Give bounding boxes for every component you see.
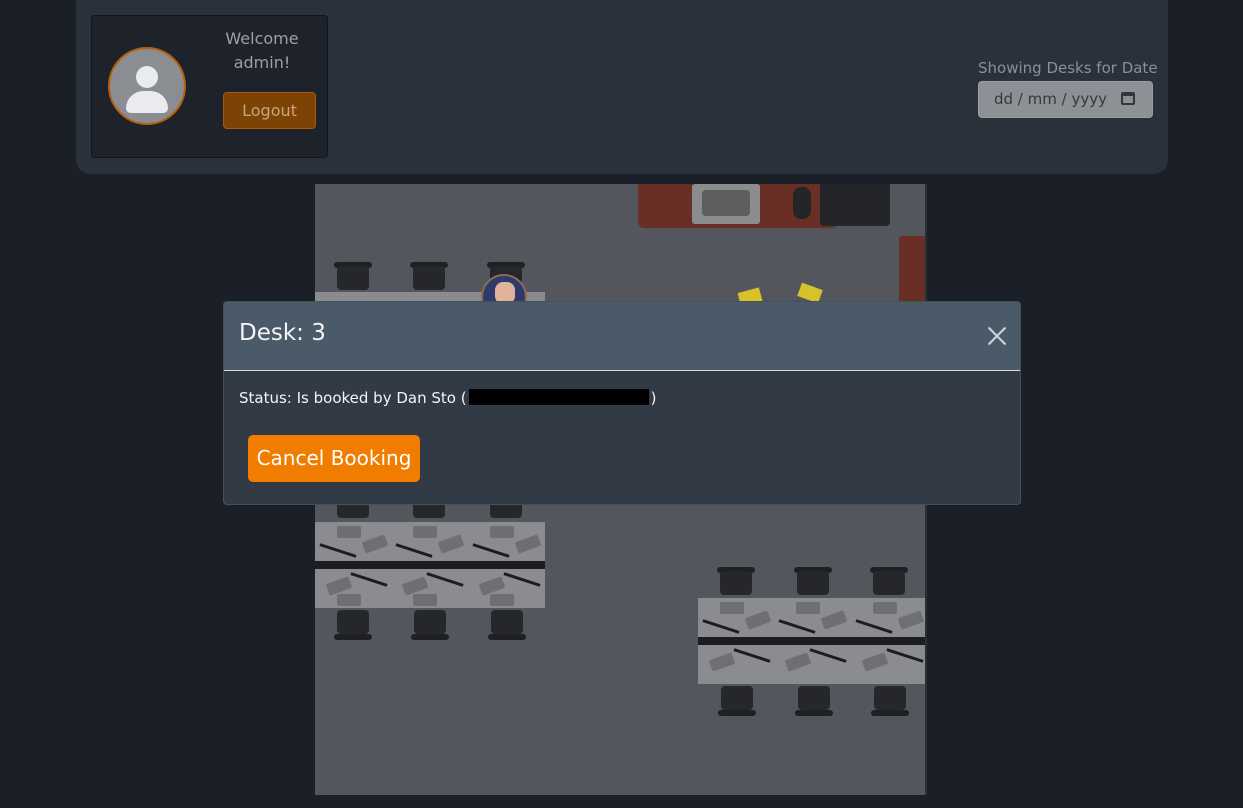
cancel-booking-button[interactable]: Cancel Booking bbox=[248, 435, 420, 482]
close-icon[interactable] bbox=[986, 325, 1008, 347]
desk-chair bbox=[410, 262, 448, 292]
logout-button[interactable]: Logout bbox=[223, 92, 316, 129]
user-silhouette-icon bbox=[136, 66, 158, 88]
desk-modal: Desk: 3 Status: Is booked by Dan Sto () … bbox=[223, 301, 1021, 505]
desk-chair bbox=[411, 610, 449, 640]
desk-block[interactable] bbox=[315, 522, 545, 608]
desk-chair bbox=[717, 567, 755, 597]
status-prefix: Status: Is booked by Dan Sto ( bbox=[239, 389, 467, 407]
modal-title: Desk: 3 bbox=[239, 320, 326, 346]
desk-chair bbox=[718, 686, 756, 716]
modal-header: Desk: 3 bbox=[224, 302, 1020, 371]
date-label: Showing Desks for Date bbox=[978, 59, 1158, 77]
welcome-line: Welcome bbox=[225, 29, 299, 48]
desk-chair bbox=[334, 610, 372, 640]
calendar-icon[interactable] bbox=[1121, 92, 1135, 105]
redacted-email bbox=[468, 389, 649, 405]
fridge bbox=[820, 184, 890, 226]
shelf bbox=[899, 236, 925, 306]
status-suffix: ) bbox=[650, 389, 657, 407]
username: admin! bbox=[233, 53, 291, 72]
desk-chair bbox=[870, 567, 908, 597]
date-picker-input[interactable]: dd / mm / yyyy bbox=[978, 81, 1153, 118]
desk-chair bbox=[488, 610, 526, 640]
avatar bbox=[108, 47, 186, 125]
sink bbox=[692, 184, 760, 224]
desk-chair bbox=[871, 686, 909, 716]
desk-block[interactable] bbox=[698, 598, 927, 684]
kettle bbox=[793, 187, 811, 219]
welcome-text: Welcome admin! bbox=[212, 27, 312, 75]
date-placeholder: dd / mm / yyyy bbox=[994, 90, 1107, 108]
desk-chair bbox=[334, 262, 372, 292]
booking-status: Status: Is booked by Dan Sto () bbox=[239, 389, 656, 407]
desk-chair bbox=[795, 686, 833, 716]
user-card: Welcome admin! Logout bbox=[91, 15, 328, 158]
desk-chair bbox=[794, 567, 832, 597]
